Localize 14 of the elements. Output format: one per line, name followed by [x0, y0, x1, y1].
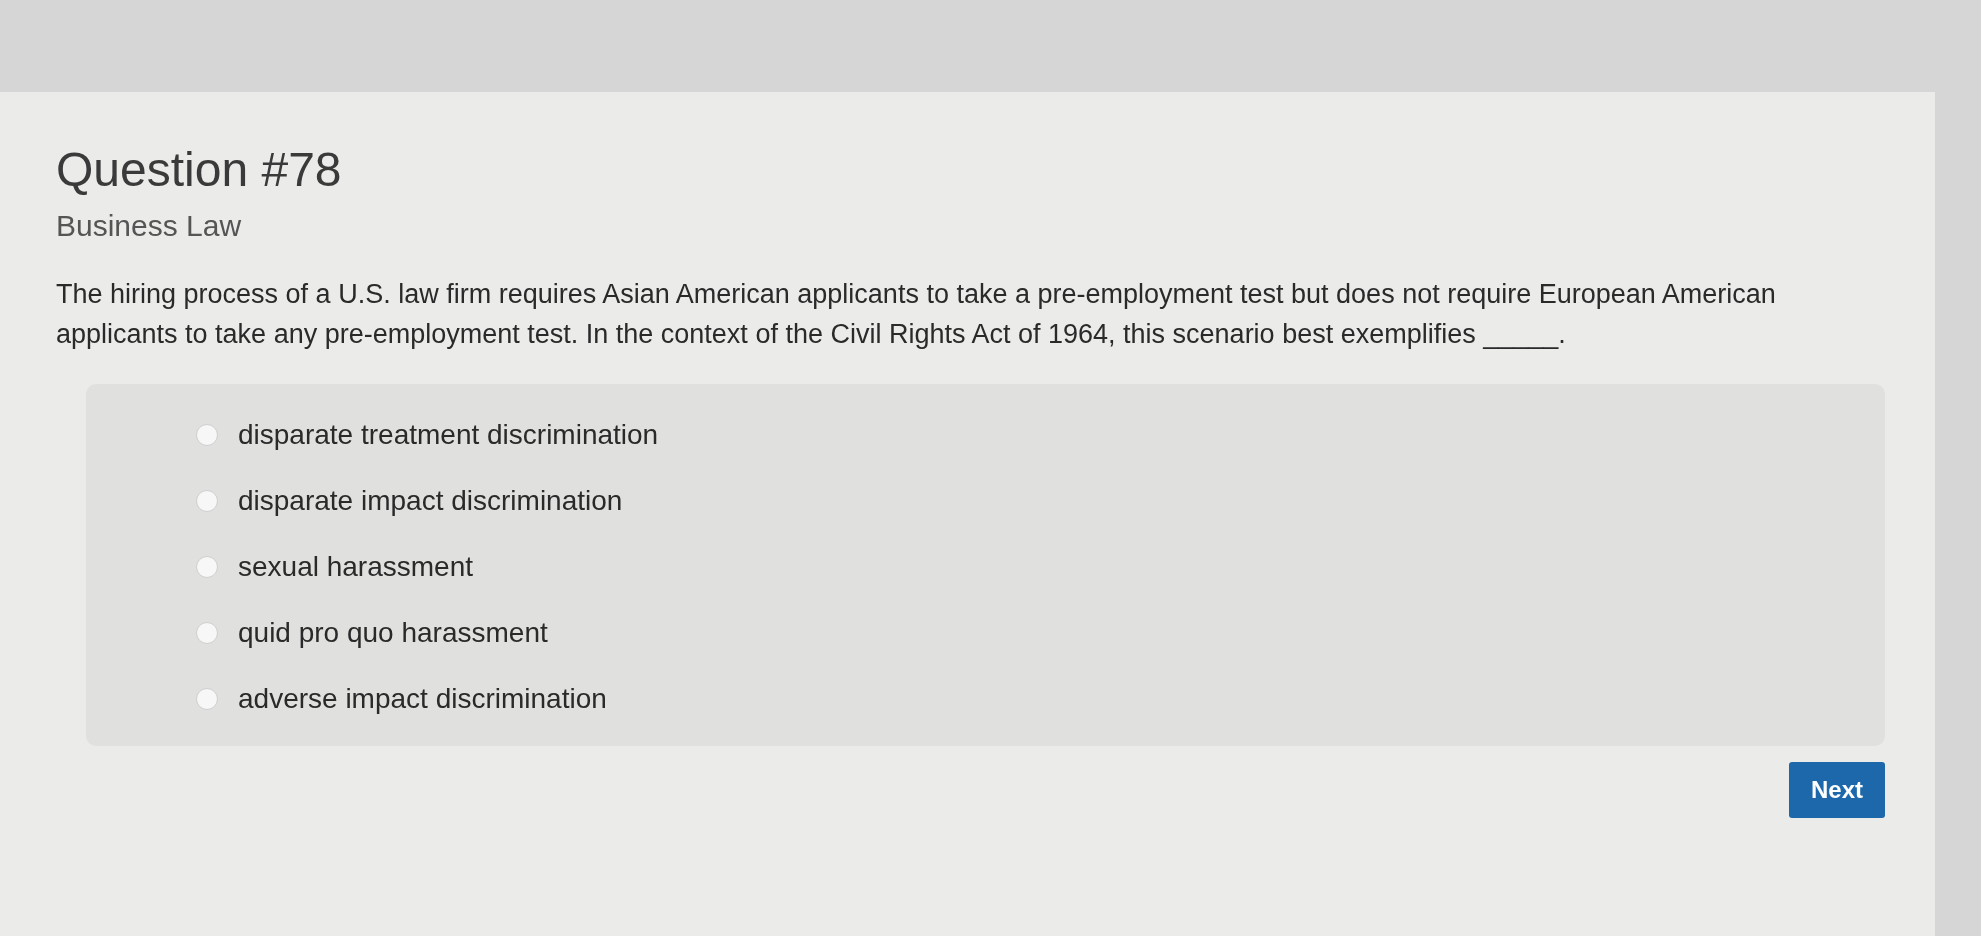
- option-label[interactable]: disparate impact discrimination: [238, 484, 623, 518]
- subject-label: Business Law: [56, 208, 242, 244]
- option-label[interactable]: sexual harassment: [238, 550, 473, 584]
- option-label[interactable]: quid pro quo harassment: [238, 616, 548, 650]
- radio-button[interactable]: [196, 556, 218, 578]
- question-title: Question #78: [56, 142, 342, 198]
- radio-button[interactable]: [196, 424, 218, 446]
- option-label[interactable]: disparate treatment discrimination: [238, 418, 659, 452]
- next-button[interactable]: Next: [1788, 762, 1885, 818]
- question-text: The hiring process of a U.S. law firm requires Asian American applicants to take a pre-employment test but does not require European American applicants to take any pre-employment test. In the context of the Civil Rights Act of 1964, this scenario best exemplifies _____.: [56, 278, 1777, 351]
- radio-button[interactable]: [196, 622, 218, 644]
- radio-button[interactable]: [196, 688, 218, 710]
- radio-button[interactable]: [196, 490, 218, 512]
- option-label[interactable]: adverse impact discrimination: [238, 682, 607, 716]
